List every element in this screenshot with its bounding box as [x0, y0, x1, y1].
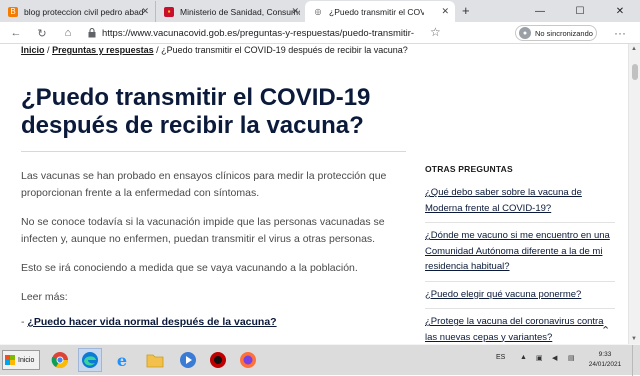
internet-explorer-icon[interactable]: e [110, 348, 134, 372]
related-question-link[interactable]: ¿Puedo elegir qué vacuna ponerme? [425, 289, 581, 300]
navigation-bar: ← ↻ ⌂ https://www.vacunacovid.gob.es/pre… [0, 22, 640, 44]
back-to-top-chevron-icon[interactable]: ⌃ [601, 324, 610, 337]
related-question-link[interactable]: ¿Protege la vacuna del coronavirus contr… [425, 316, 604, 343]
page-content: Inicio / Preguntas y respuestas / ¿Puedo… [0, 44, 628, 352]
breadcrumb-section-link[interactable]: Preguntas y respuestas [52, 45, 154, 55]
vacunacovid-icon: ◎ [314, 7, 322, 16]
maximize-button[interactable]: ☐ [560, 0, 600, 22]
sync-label: No sincronizando [535, 28, 593, 38]
close-tab-icon[interactable]: ✕ [141, 6, 149, 17]
chrome-icon[interactable] [48, 348, 72, 372]
firefox-icon[interactable] [236, 348, 260, 372]
new-tab-button[interactable]: + [462, 3, 470, 18]
breadcrumb-current: ¿Puedo transmitir el COVID-19 después de… [161, 45, 408, 55]
tab-label: blog proteccion civil pedro abad [24, 6, 144, 17]
close-tab-icon[interactable]: ✕ [291, 6, 299, 17]
page-title: ¿Puedo transmitir el COVID-19 después de… [21, 84, 371, 139]
language-indicator[interactable]: ES [496, 354, 505, 361]
scroll-up-arrow-icon[interactable]: ▲ [631, 46, 637, 52]
close-tab-icon[interactable]: ✕ [441, 6, 449, 17]
tab-blog[interactable]: B blog proteccion civil pedro abad ✕ [0, 1, 155, 22]
other-questions-heading: OTRAS PREGUNTAS [425, 164, 513, 174]
article-paragraph: No se conoce todavía si la vacunación im… [21, 216, 385, 245]
article-paragraph: Esto se irá conociendo a medida que se v… [21, 262, 358, 274]
back-arrow-icon[interactable]: ← [8, 25, 24, 41]
tab-vacunacovid-active[interactable]: ◎ ¿Puedo transmitir el COVID-19 después … [305, 1, 455, 22]
close-window-button[interactable]: ✕ [600, 0, 640, 22]
vertical-scrollbar[interactable]: ▲ ▼ [628, 44, 640, 344]
home-icon[interactable]: ⌂ [60, 25, 76, 41]
refresh-icon[interactable]: ↻ [34, 25, 50, 41]
blogger-icon: B [8, 6, 18, 17]
list-item: ¿Puedo elegir qué vacuna ponerme? [425, 287, 615, 309]
url-text[interactable]: https://www.vacunacovid.gob.es/preguntas… [102, 28, 414, 39]
tab-label: Ministerio de Sanidad, Consumo y Bienest… [180, 6, 300, 17]
list-item: ¿Dónde me vacuno si me encuentro en una … [425, 228, 615, 282]
game-icon[interactable] [206, 348, 230, 372]
ministry-icon: ▪ [164, 6, 174, 17]
avatar-icon: ● [519, 27, 531, 39]
clock-date: 24/01/2021 [588, 361, 622, 368]
minimize-button[interactable]: — [520, 0, 560, 22]
settings-menu-icon[interactable]: ··· [614, 26, 626, 40]
related-question-link[interactable]: ¿Qué debo saber sobre la vacuna de Moder… [425, 187, 582, 214]
tab-ministerio[interactable]: ▪ Ministerio de Sanidad, Consumo y Biene… [155, 1, 305, 22]
notification-icon[interactable]: ▤ [568, 354, 575, 362]
address-bar[interactable]: https://www.vacunacovid.gob.es/preguntas… [87, 25, 425, 41]
show-desktop-button[interactable] [632, 345, 640, 376]
edge-icon[interactable] [78, 348, 102, 372]
read-more-label: Leer más: [21, 291, 68, 303]
system-clock[interactable]: 9:33 24/01/2021 [586, 350, 624, 370]
profile-sync-button[interactable]: ● No sincronizando [515, 25, 597, 41]
breadcrumb-separator: / [156, 45, 159, 55]
media-player-icon[interactable] [176, 348, 200, 372]
clock-time: 9:33 [598, 351, 612, 358]
scrollbar-thumb[interactable] [632, 64, 638, 80]
breadcrumb: Inicio / Preguntas y respuestas / ¿Puedo… [21, 45, 408, 55]
article-paragraph: Las vacunas se han probado en ensayos cl… [21, 170, 387, 199]
breadcrumb-separator: / [47, 45, 50, 55]
start-button[interactable]: Inicio [2, 350, 40, 370]
windows-logo-icon [5, 355, 15, 365]
read-more-item: - ¿Puedo hacer vida normal después de la… [21, 316, 277, 328]
read-more-link[interactable]: ¿Puedo hacer vida normal después de la v… [27, 316, 276, 328]
volume-icon[interactable]: ◀ [552, 354, 557, 362]
lock-icon[interactable] [87, 28, 97, 38]
tab-label: ¿Puedo transmitir el COVID-19 después de… [329, 6, 424, 17]
tray-expand-icon[interactable]: ▲ [520, 354, 527, 361]
network-icon[interactable]: ▣ [536, 354, 543, 362]
related-question-link[interactable]: ¿Dónde me vacuno si me encuentro en una … [425, 230, 610, 272]
title-divider [21, 151, 406, 152]
tab-strip: B blog proteccion civil pedro abad ✕ ▪ M… [0, 0, 640, 22]
list-item: ¿Qué debo saber sobre la vacuna de Moder… [425, 185, 615, 223]
file-explorer-icon[interactable] [143, 348, 167, 372]
scroll-down-arrow-icon[interactable]: ▼ [631, 336, 637, 342]
taskbar: Inicio e ES ▲ ▣ ◀ ▤ 9:33 24/01/2021 [0, 344, 640, 376]
favorite-star-icon[interactable]: ☆ [430, 25, 441, 39]
other-questions-list: ¿Qué debo saber sobre la vacuna de Moder… [425, 185, 615, 357]
start-label: Inicio [18, 356, 35, 364]
breadcrumb-home-link[interactable]: Inicio [21, 45, 45, 55]
